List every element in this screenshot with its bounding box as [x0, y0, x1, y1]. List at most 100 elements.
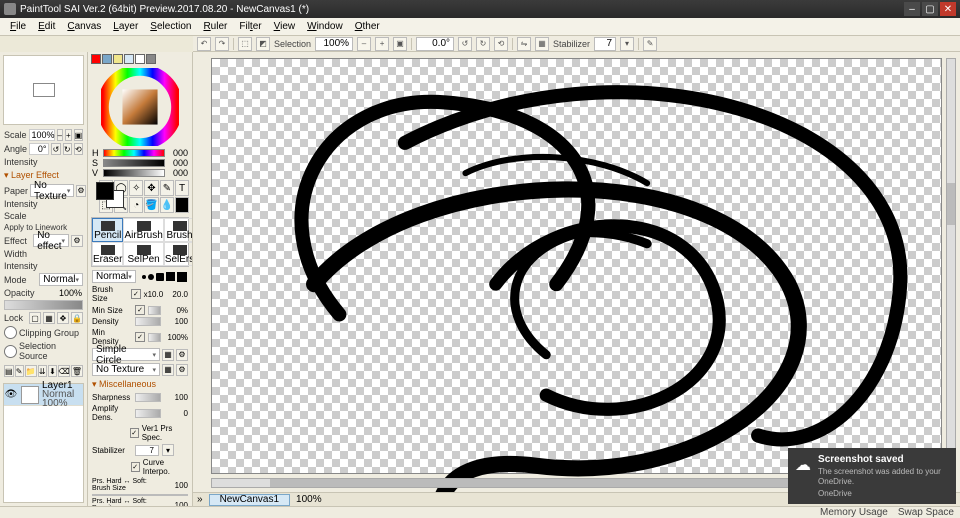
clipping-group-radio[interactable]: [4, 326, 17, 339]
swatch-button[interactable]: [91, 54, 101, 64]
minimize-button[interactable]: –: [904, 2, 920, 16]
menu-file[interactable]: File: [4, 19, 32, 34]
eyedropper-tool[interactable]: 💧: [160, 197, 174, 213]
rotation-field[interactable]: 0.0°: [416, 37, 454, 51]
document-tab[interactable]: NewCanvas1: [209, 494, 290, 506]
lock-pos-button[interactable]: ✥: [57, 312, 69, 324]
texture-opts-button[interactable]: ▦: [162, 364, 174, 376]
scale-minus-button[interactable]: –: [57, 129, 63, 141]
hue-slider[interactable]: [103, 149, 165, 157]
color-tool[interactable]: [175, 197, 189, 213]
zoom-field[interactable]: 100%: [315, 37, 353, 51]
density-slider[interactable]: [135, 317, 161, 326]
amplify-slider[interactable]: [135, 409, 161, 418]
menu-view[interactable]: View: [268, 19, 302, 34]
undo-button[interactable]: ↶: [197, 37, 211, 51]
rotate-ccw-button[interactable]: ↺: [458, 37, 472, 51]
edge-preset[interactable]: [142, 275, 146, 279]
deselect-button[interactable]: ⬚: [238, 37, 252, 51]
scale-value[interactable]: 100%: [29, 129, 55, 141]
texture-settings-button[interactable]: ⚙: [176, 364, 188, 376]
selection-source-radio[interactable]: [4, 345, 17, 358]
layer-item[interactable]: 👁 Layer1 Normal100%: [4, 384, 83, 406]
new-linework-button[interactable]: ✎: [15, 365, 24, 377]
swatch-button[interactable]: [146, 54, 156, 64]
zoom-in-button[interactable]: +: [375, 37, 389, 51]
brush-texture-dropdown[interactable]: No Texture: [92, 363, 160, 376]
min-density-chk[interactable]: ✓: [135, 332, 145, 342]
menu-edit[interactable]: Edit: [32, 19, 61, 34]
menu-selection[interactable]: Selection: [144, 19, 197, 34]
rotate-reset-button[interactable]: ⟲: [494, 37, 508, 51]
curve-chk[interactable]: ✓: [131, 462, 140, 472]
sat-slider[interactable]: [103, 159, 165, 167]
swatch-button[interactable]: [113, 54, 123, 64]
edge-preset[interactable]: [177, 272, 187, 282]
scale-plus-button[interactable]: +: [65, 129, 72, 141]
effect-dropdown[interactable]: No effect: [33, 234, 69, 247]
pen-tool[interactable]: ✎: [160, 180, 174, 196]
brush-eraser[interactable]: Eraser: [92, 242, 123, 266]
rotate-cw-button[interactable]: ↻: [476, 37, 490, 51]
prs1-slider[interactable]: [92, 494, 188, 496]
min-size-chk[interactable]: ✓: [135, 305, 145, 315]
clear-layer-button[interactable]: ⌫: [58, 365, 70, 377]
edge-preset[interactable]: [148, 274, 154, 280]
edge-preset[interactable]: [156, 273, 164, 281]
lock-alpha-button[interactable]: ▢: [29, 312, 41, 324]
brush-size-chk[interactable]: ✓: [131, 289, 140, 299]
grid-button[interactable]: ▦: [535, 37, 549, 51]
opacity-slider[interactable]: [4, 300, 83, 310]
merge-down-button[interactable]: ⬇: [48, 365, 57, 377]
new-folder-button[interactable]: 📁: [25, 365, 37, 377]
move-tool[interactable]: ✥: [144, 180, 158, 196]
transfer-down-button[interactable]: ⇊: [38, 365, 47, 377]
pen-mode-button[interactable]: ✎: [643, 37, 657, 51]
paper-opts-button[interactable]: ⚙: [76, 185, 85, 197]
shape-opts-button[interactable]: ▦: [162, 349, 174, 361]
stabilizer-dd[interactable]: ▾: [162, 444, 174, 456]
new-layer-button[interactable]: ▤: [4, 365, 14, 377]
brush-stabilizer-value[interactable]: 7: [135, 445, 159, 456]
flip-h-button[interactable]: ⇋: [517, 37, 531, 51]
menu-canvas[interactable]: Canvas: [61, 19, 107, 34]
rotate-tool[interactable]: ◔: [129, 197, 143, 213]
angle-reset-button[interactable]: ⟲: [74, 143, 83, 155]
brush-size-value[interactable]: 20.0: [166, 290, 188, 299]
min-size-slider[interactable]: [148, 306, 161, 315]
tabbar-chevron-icon[interactable]: »: [197, 494, 203, 505]
menu-ruler[interactable]: Ruler: [197, 19, 233, 34]
magic-wand-tool[interactable]: ✧: [129, 180, 143, 196]
brush-selpen[interactable]: SelPen: [123, 242, 163, 266]
blend-mode-dropdown[interactable]: Normal: [39, 273, 83, 286]
color-wheel[interactable]: [90, 68, 190, 146]
scale-reset-button[interactable]: ▣: [74, 129, 84, 141]
swatch-button[interactable]: [135, 54, 145, 64]
bucket-tool[interactable]: 🪣: [144, 197, 158, 213]
sharpness-slider[interactable]: [135, 393, 161, 402]
canvas-area[interactable]: [193, 52, 960, 492]
brush-pencil[interactable]: Pencil: [92, 218, 123, 242]
menu-window[interactable]: Window: [301, 19, 349, 34]
zoom-fit-button[interactable]: ▣: [393, 37, 407, 51]
menu-filter[interactable]: Filter: [233, 19, 267, 34]
paper-dropdown[interactable]: No Texture: [30, 184, 74, 197]
edge-preset[interactable]: [166, 272, 175, 281]
brush-brush[interactable]: Brush: [164, 218, 193, 242]
brush-selers[interactable]: SelErs: [164, 242, 193, 266]
min-density-slider[interactable]: [148, 333, 161, 342]
val-slider[interactable]: [103, 169, 165, 177]
stabilizer-dd-button[interactable]: ▾: [620, 37, 634, 51]
effect-opts-button[interactable]: ⚙: [71, 235, 83, 247]
angle-ccw-button[interactable]: ↺: [51, 143, 60, 155]
layer-visibility-icon[interactable]: 👁: [4, 389, 18, 400]
ver1-chk[interactable]: ✓: [130, 428, 139, 438]
invert-sel-button[interactable]: ◩: [256, 37, 270, 51]
angle-value[interactable]: 0°: [29, 143, 49, 155]
redo-button[interactable]: ↷: [215, 37, 229, 51]
misc-header[interactable]: Miscellaneous: [88, 377, 192, 392]
brush-shape-dropdown[interactable]: Simple Circle: [92, 348, 160, 361]
text-tool[interactable]: T: [175, 180, 189, 196]
delete-layer-button[interactable]: 🗑: [71, 365, 83, 377]
toast-notification[interactable]: ☁ Screenshot saved The screenshot was ad…: [788, 448, 956, 504]
